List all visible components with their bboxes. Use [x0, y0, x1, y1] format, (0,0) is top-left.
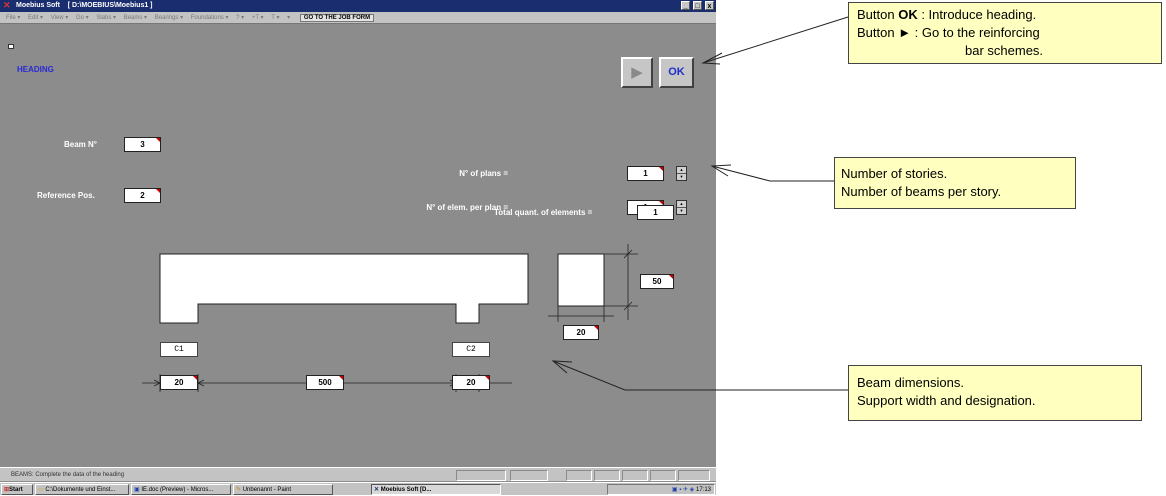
- ok-callout-arrow: [702, 16, 849, 64]
- note-text: Button ► : Go to the reinforcing: [857, 25, 1040, 40]
- stories-callout-arrow: [711, 165, 834, 182]
- stories-note: Number of stories. Number of beams per s…: [834, 157, 1076, 209]
- ok-button-note: Button OK : Introduce heading. Button ► …: [848, 2, 1162, 64]
- note-text: bar schemes.: [965, 43, 1044, 58]
- note-text: Support width and designation.: [857, 393, 1036, 408]
- note-text: Button: [857, 7, 899, 22]
- note-text: : Introduce heading.: [917, 7, 1037, 22]
- beam-callout-arrow: [552, 360, 848, 391]
- note-text: Beam dimensions.: [857, 375, 964, 390]
- note-text: Number of stories.: [841, 166, 948, 181]
- note-text: Number of beams per story.: [841, 184, 1002, 199]
- beam-dimensions-note: Beam dimensions. Support width and desig…: [848, 365, 1142, 421]
- note-text-bold: OK: [898, 7, 918, 22]
